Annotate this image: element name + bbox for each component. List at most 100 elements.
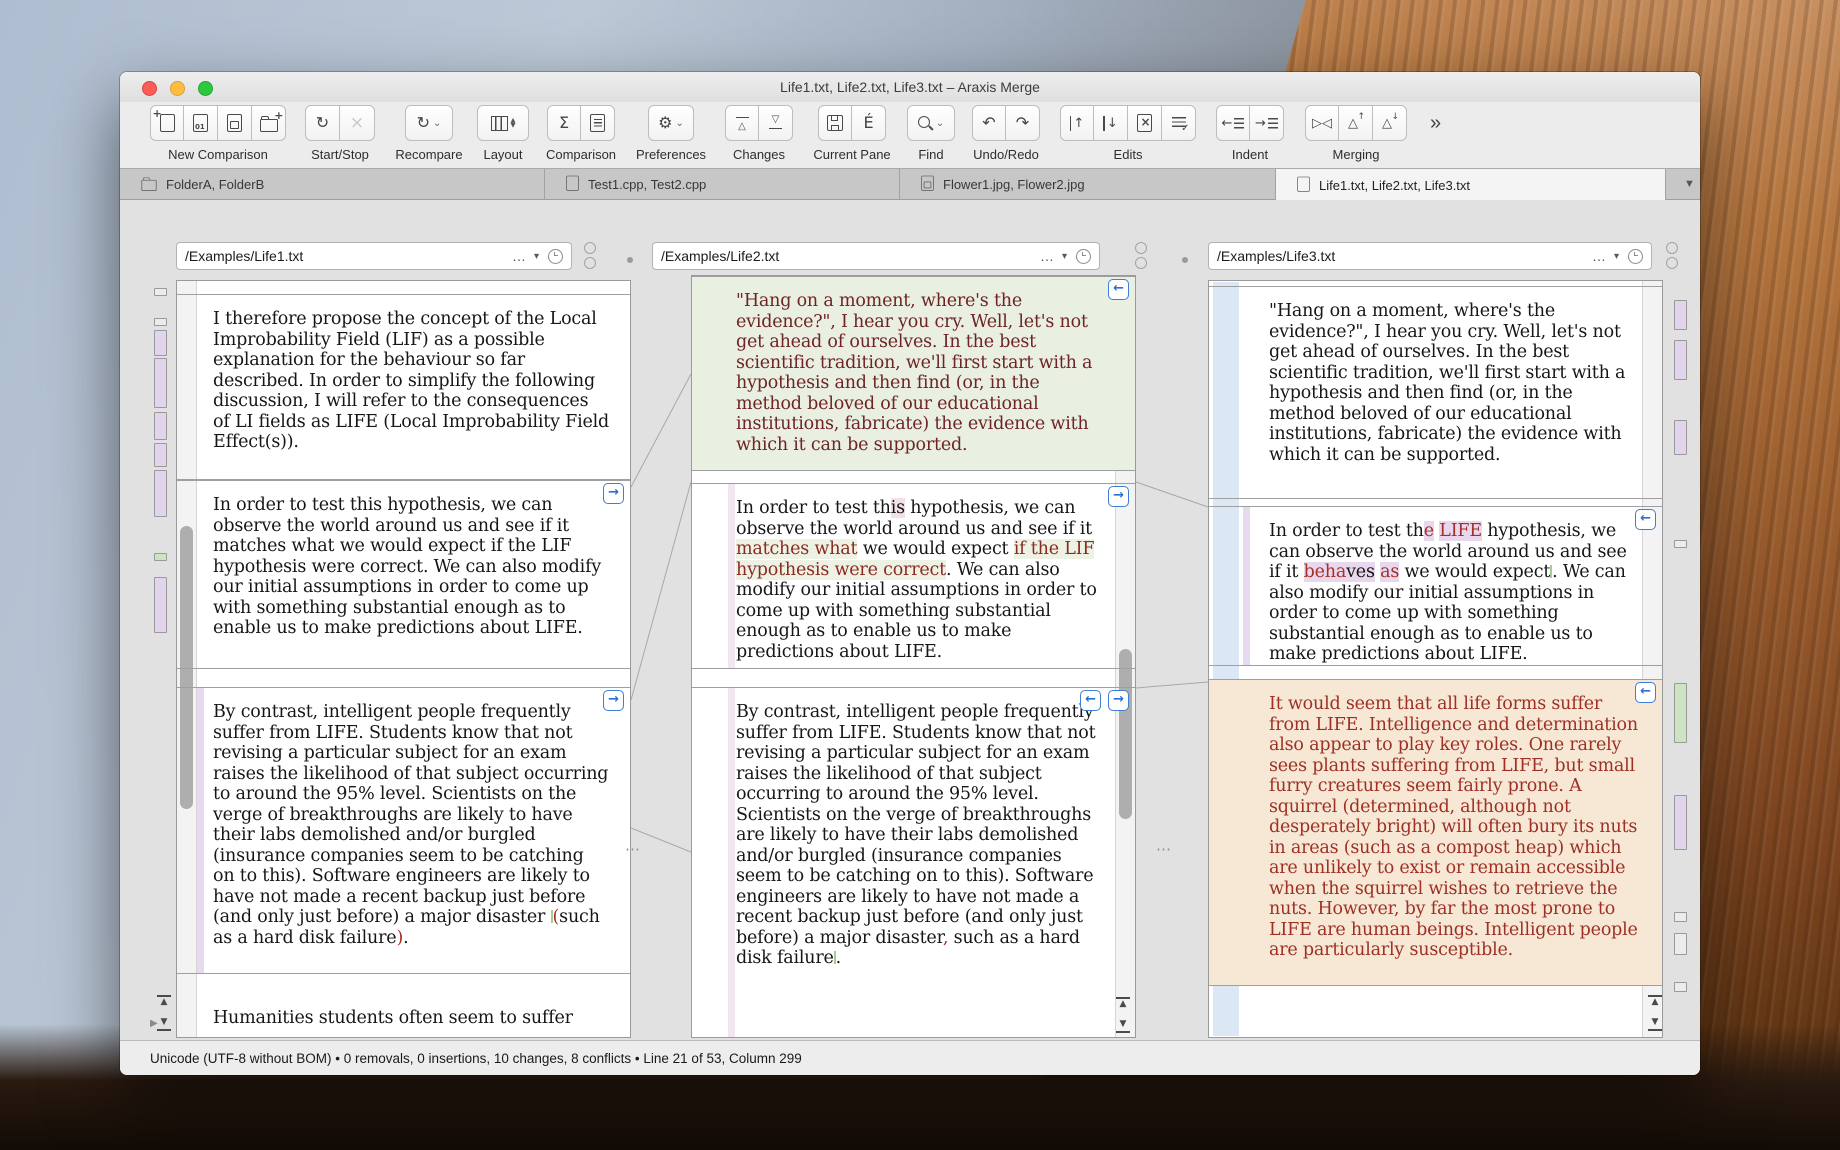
text-block: By contrast, intelligent people frequent… — [177, 687, 630, 974]
tab-test1-cpp-test2-cpp[interactable]: Test1.cpp, Test2.cpp — [545, 169, 900, 200]
expand-triangle-icon[interactable]: ▶ — [150, 1018, 158, 1029]
doc-image-icon — [921, 176, 934, 194]
change-map-marker[interactable] — [1674, 912, 1687, 922]
start-button[interactable]: ↻ — [305, 105, 340, 141]
change-map-marker[interactable] — [1674, 795, 1687, 850]
merge-right-button[interactable]: → — [1108, 690, 1129, 711]
next-change-button[interactable] — [759, 105, 793, 141]
merge-left-button[interactable]: ← — [1635, 509, 1656, 530]
redo-button[interactable]: ↷ — [1006, 105, 1040, 141]
previous-change-button[interactable] — [725, 105, 759, 141]
change-strip — [728, 688, 735, 1037]
change-map-marker[interactable] — [1674, 933, 1687, 955]
change-map-marker[interactable] — [154, 330, 167, 356]
change-map-marker[interactable] — [1674, 420, 1687, 455]
conflict-up-button[interactable]: △↑ — [1339, 105, 1373, 141]
scroll-to-bot-button[interactable]: ▼ — [1116, 1019, 1130, 1033]
stop-button[interactable]: × — [340, 105, 375, 141]
title-bar[interactable]: Life1.txt, Life2.txt, Life3.txt – Araxis… — [120, 72, 1700, 103]
save-button[interactable] — [818, 105, 852, 141]
toolbar-group-current-pane: ÉCurrent Pane — [818, 105, 886, 141]
tab-foldera-folderb[interactable]: FolderA, FolderB — [120, 169, 545, 200]
file-path-field-1[interactable]: /Examples/Life1.txt … ▾ — [176, 242, 572, 270]
insert-after-button[interactable]: ↓ — [1094, 105, 1128, 141]
change-map-marker[interactable] — [154, 577, 167, 633]
comparison-report-button[interactable] — [581, 105, 615, 141]
text-block: It would seem that all life forms suffer… — [1209, 679, 1662, 986]
scroll-to-bot-button[interactable]: ▼ — [1648, 1017, 1662, 1031]
pane-link-toggle[interactable] — [1666, 242, 1679, 272]
change-map-marker[interactable] — [154, 443, 167, 467]
comparison-report-icon — [590, 114, 605, 132]
merge-right-button[interactable]: → — [603, 483, 624, 504]
merge-left-button[interactable]: ← — [1080, 690, 1101, 711]
tab-label: FolderA, FolderB — [166, 177, 264, 192]
merge-left-button[interactable]: ← — [1635, 682, 1656, 703]
conflict-down-button[interactable]: △↓ — [1373, 105, 1407, 141]
new-binary-comparison-button[interactable] — [184, 105, 218, 141]
history-clock-icon[interactable] — [1076, 249, 1091, 264]
preferences-gear-button[interactable]: ⚙⌄ — [648, 105, 694, 141]
history-clock-icon[interactable] — [1628, 249, 1643, 264]
toolbar-group-label: Recompare — [395, 147, 462, 162]
find-magnifier-button[interactable]: ⌄ — [907, 105, 955, 141]
indent-button[interactable]: → — [1250, 105, 1284, 141]
change-map-marker[interactable] — [1674, 982, 1687, 992]
scroll-to-bot-button[interactable]: ▼ — [157, 1017, 171, 1031]
path-menu-button[interactable]: … — [1592, 248, 1607, 264]
change-map-marker[interactable] — [154, 358, 167, 408]
new-text-comparison-button[interactable] — [150, 105, 184, 141]
encoding-button[interactable]: É — [852, 105, 886, 141]
toolbar-group-preferences: ⚙⌄Preferences — [648, 105, 694, 141]
change-map-marker[interactable] — [154, 470, 167, 517]
merge-right-button[interactable]: → — [603, 690, 624, 711]
insert-before-button[interactable]: ↑ — [1060, 105, 1094, 141]
merge-both-button[interactable]: ▷◁ — [1305, 105, 1339, 141]
layout-columns-button[interactable]: ▲▼ — [477, 105, 529, 141]
block-text: In order to test this hypothesis, we can… — [736, 491, 1109, 662]
recompare-button[interactable]: ↻⌄ — [405, 105, 453, 141]
block-text: "Hang on a moment, where's the evidence?… — [1269, 294, 1638, 465]
change-map-marker[interactable] — [154, 412, 167, 440]
file-path-field-3[interactable]: /Examples/Life3.txt … ▾ — [1208, 242, 1652, 270]
tab-flower1-jpg-flower2-jpg[interactable]: Flower1.jpg, Flower2.jpg — [900, 169, 1276, 200]
tab-list-dropdown-button[interactable]: ▼ — [1684, 178, 1695, 190]
new-image-comparison-button[interactable] — [218, 105, 252, 141]
path-dropdown-button[interactable]: ▾ — [534, 251, 539, 262]
new-folder-comparison-button[interactable] — [252, 105, 286, 141]
scroll-to-top-button[interactable]: ▲ — [1648, 995, 1662, 1009]
block-text: It would seem that all life forms suffer… — [1269, 687, 1638, 961]
change-map-marker[interactable] — [1674, 340, 1687, 380]
tab-life1-txt-life2-txt-life3-txt[interactable]: Life1.txt, Life2.txt, Life3.txt — [1276, 169, 1666, 201]
change-map-marker[interactable] — [1674, 683, 1687, 743]
accept-change-button[interactable] — [1162, 105, 1196, 141]
change-map-marker[interactable] — [1674, 540, 1687, 548]
pane-link-toggle[interactable] — [584, 242, 597, 272]
path-dropdown-button[interactable]: ▾ — [1062, 251, 1067, 262]
change-map-marker[interactable] — [1674, 300, 1687, 330]
file-path-field-2[interactable]: /Examples/Life2.txt…▾ — [652, 242, 1100, 270]
next-change-icon — [768, 116, 783, 130]
file-path-text: /Examples/Life1.txt — [185, 248, 505, 264]
comparison-summary-button[interactable]: Σ — [547, 105, 581, 141]
new-binary-comparison-icon — [193, 114, 208, 132]
outdent-button[interactable]: ← — [1216, 105, 1250, 141]
change-map-marker[interactable] — [154, 288, 167, 296]
scroll-to-top-button[interactable]: ▲ — [1116, 997, 1130, 1011]
path-menu-button[interactable]: … — [1040, 248, 1055, 264]
change-map-marker[interactable] — [154, 553, 167, 561]
merge-right-button[interactable]: → — [1108, 486, 1129, 507]
history-clock-icon[interactable] — [548, 249, 563, 264]
toolbar-overflow-button[interactable]: » — [1430, 112, 1441, 135]
merge-left-button[interactable]: ← — [1108, 279, 1129, 300]
scroll-to-top-button[interactable]: ▲ — [157, 995, 171, 1009]
file-path-text: /Examples/Life3.txt — [1217, 248, 1585, 264]
change-map-marker[interactable] — [154, 318, 167, 326]
pane-link-toggle[interactable] — [1135, 242, 1148, 272]
path-menu-button[interactable]: … — [512, 248, 527, 264]
file-pane-life1-txt: I therefore propose the concept of the L… — [176, 280, 631, 1038]
path-dropdown-button[interactable]: ▾ — [1614, 251, 1619, 262]
undo-button[interactable]: ↶ — [972, 105, 1006, 141]
text-run: By contrast, intelligent people frequent… — [213, 702, 608, 927]
remove-change-button[interactable] — [1128, 105, 1162, 141]
